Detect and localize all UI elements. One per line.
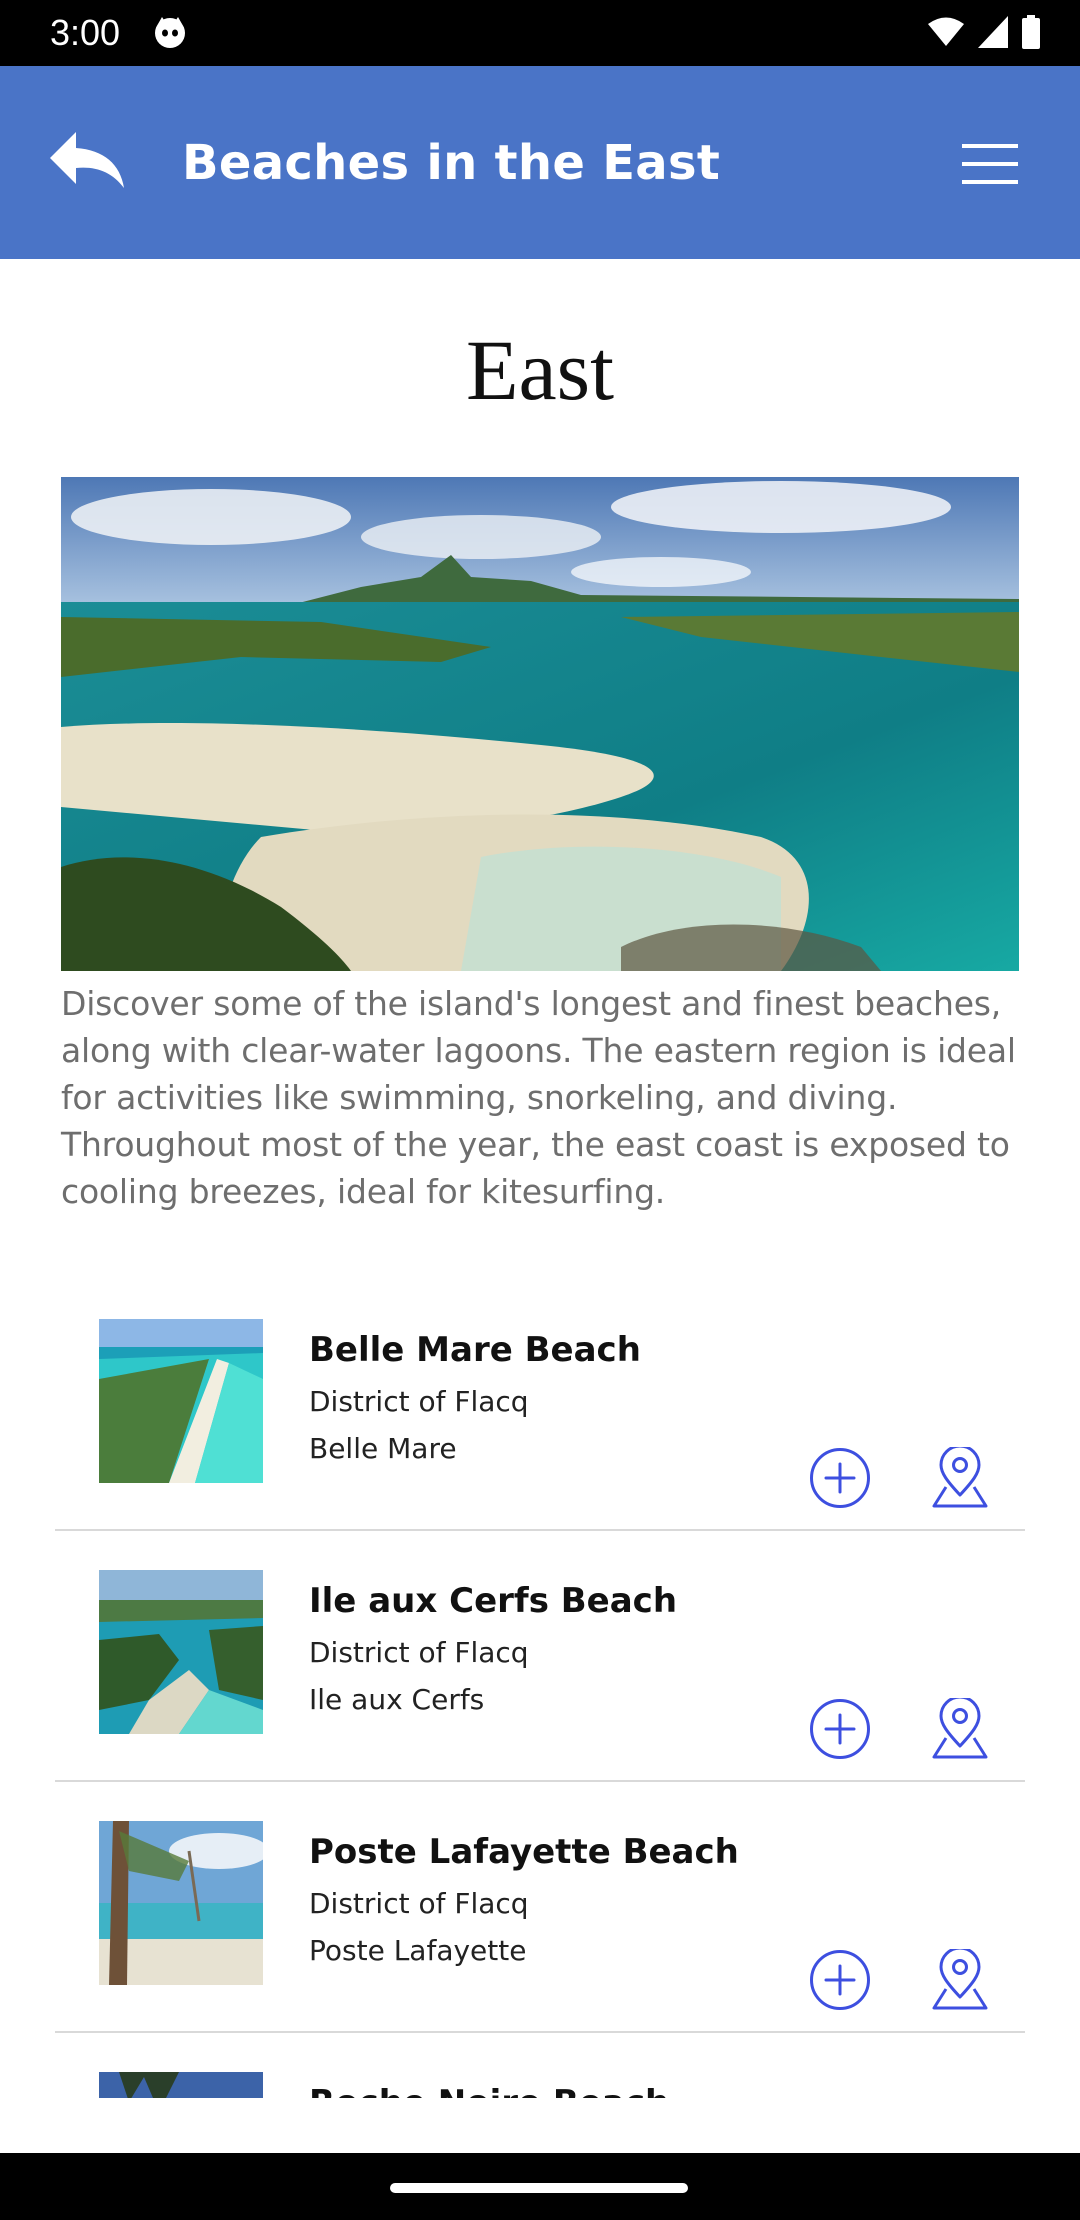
- status-bar: 3:00: [0, 0, 1080, 66]
- list-item[interactable]: Belle Mare Beach District of Flacq Belle…: [55, 1280, 1025, 1531]
- map-pin-icon[interactable]: [931, 1447, 989, 1509]
- app-title: Beaches in the East: [182, 135, 721, 191]
- beach-name: Belle Mare Beach: [309, 1330, 641, 1370]
- plus-circle-icon[interactable]: [808, 1948, 872, 2012]
- beach-area: Belle Mare: [309, 1432, 457, 1465]
- plus-circle-icon[interactable]: [808, 1697, 872, 1761]
- list-item[interactable]: Roche Noire Beach: [55, 2033, 1025, 2098]
- app-bar: Beaches in the East: [0, 66, 1080, 259]
- back-arrow-icon[interactable]: [48, 126, 128, 196]
- beach-name: Poste Lafayette Beach: [309, 1832, 739, 1872]
- system-navigation-bar: [0, 2153, 1080, 2220]
- beach-thumbnail: [99, 1570, 263, 1734]
- beach-district: District of Flacq: [309, 1385, 529, 1418]
- beach-name: Ile aux Cerfs Beach: [309, 1581, 678, 1621]
- battery-icon: [1022, 15, 1040, 49]
- list-item[interactable]: Poste Lafayette Beach District of Flacq …: [55, 1782, 1025, 2033]
- beach-area: Poste Lafayette: [309, 1934, 527, 1967]
- beach-district: District of Flacq: [309, 1636, 529, 1669]
- page-heading: East: [465, 322, 615, 418]
- map-pin-icon[interactable]: [931, 1949, 989, 2011]
- region-description: Discover some of the island's longest an…: [61, 984, 1016, 1211]
- beach-name: Roche Noire Beach: [309, 2080, 669, 2098]
- beach-district: District of Flacq: [309, 1887, 529, 1920]
- status-time: 3:00: [50, 12, 121, 53]
- signal-icon: [978, 16, 1008, 48]
- beach-thumbnail: [99, 1821, 263, 1985]
- beach-area: Ile aux Cerfs: [309, 1683, 485, 1716]
- hero-image: [61, 477, 1019, 971]
- hamburger-menu-icon[interactable]: [958, 138, 1024, 190]
- beach-thumbnail: [99, 2072, 263, 2098]
- beach-list: Belle Mare Beach District of Flacq Belle…: [55, 1280, 1025, 2098]
- wifi-icon: [928, 17, 964, 46]
- list-item[interactable]: Ile aux Cerfs Beach District of Flacq Il…: [55, 1531, 1025, 1782]
- plus-circle-icon[interactable]: [808, 1446, 872, 1510]
- map-pin-icon[interactable]: [931, 1698, 989, 1760]
- beach-thumbnail: [99, 1319, 263, 1483]
- home-gesture-handle[interactable]: [390, 2183, 688, 2193]
- notification-cat-icon: [155, 17, 185, 48]
